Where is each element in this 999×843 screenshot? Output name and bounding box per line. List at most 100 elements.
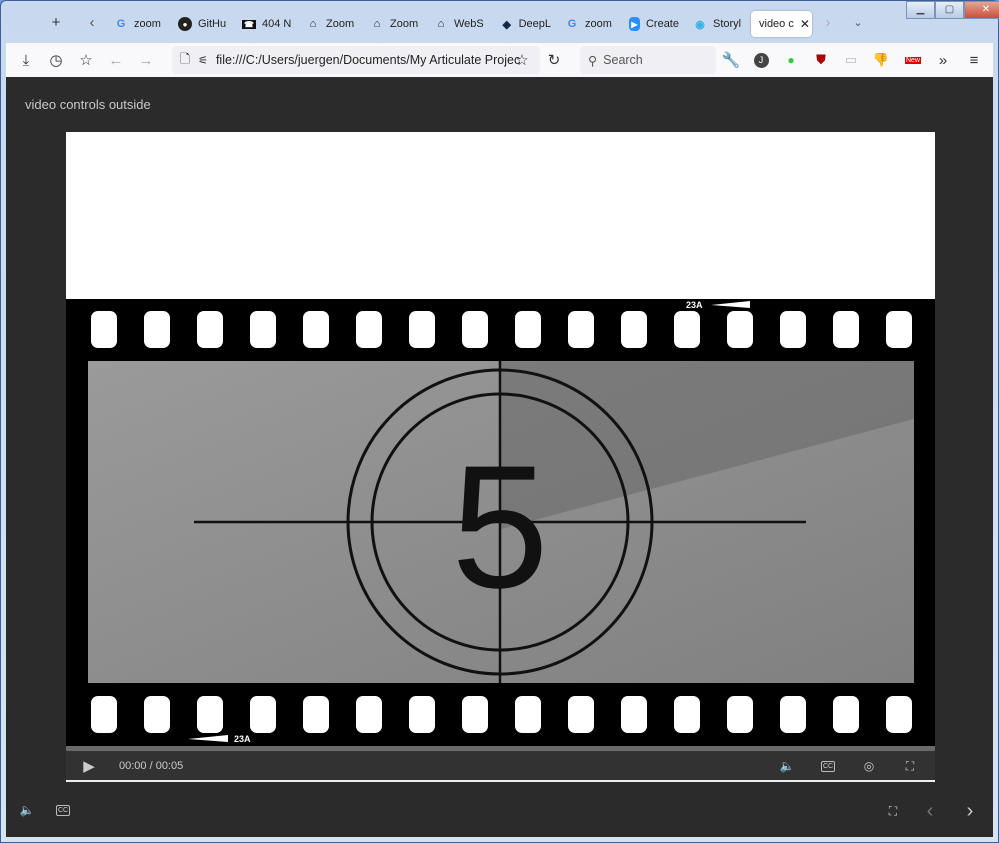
bookmark-star-icon[interactable]: ☆ [508,43,536,77]
sprocket-hole [303,696,329,733]
minimize-button[interactable]: ▁ [906,1,935,19]
tab-label: zoom [585,18,612,30]
history-icon[interactable]: ◷ [42,43,70,77]
sprocket-hole [409,311,435,348]
countdown-number: 5 [451,430,548,625]
sprocket-hole [727,696,753,733]
player-volume-icon[interactable]: 🔈 [18,801,36,819]
tab-storyline[interactable]: ◉ Storyl [693,11,743,37]
sprocket-hole [197,311,223,348]
permissions-icon: ⚟ [198,54,208,67]
scroll-tabs-left-icon[interactable]: ‹ [78,5,106,39]
sprocket-hole [833,696,859,733]
blank-area [66,132,935,299]
next-slide-button[interactable]: › [961,800,979,822]
sprocket-hole [780,311,806,348]
tab-label: GitHu [198,18,227,30]
sprocket-hole [356,696,382,733]
google-icon: G [567,18,577,30]
prev-slide-button[interactable]: ‹ [921,800,939,822]
forward-button[interactable]: → [132,43,160,77]
fullscreen-icon[interactable]: ⛶ [901,757,919,775]
window-controls: ▁ ▢ ✕ [906,1,999,21]
sprocket-hole [462,696,488,733]
page-icon: 🗋 [180,51,191,66]
reload-button[interactable]: ↻ [540,43,568,77]
phone-icon: ☎ [242,19,256,29]
tab-webs[interactable]: ⌂ WebS [434,11,484,37]
sprocket-hole [727,311,753,348]
film-label-bottom: 23A [234,734,251,744]
tab-label: Zoom [326,18,355,30]
tab-create[interactable]: ▶ Create [629,11,679,37]
storyline-icon: ◉ [695,18,705,31]
tab-label: video c [759,18,794,30]
github-icon: ● [178,17,192,31]
page-content: video controls outside 5 23A 23A ▶ 00:00… [6,77,993,837]
tab-label: zoom [134,18,161,30]
search-placeholder: Search [603,53,643,67]
ublock-icon[interactable]: ⛊ [807,43,835,77]
sprocket-hole [197,696,223,733]
list-tabs-chevron-down-icon[interactable]: ⌄ [844,5,872,39]
menu-icon[interactable]: ≡ [960,43,988,77]
tab-github[interactable]: ● GitHu [178,11,233,37]
sprocket-hole [356,311,382,348]
profile-avatar[interactable]: J [747,43,775,77]
sprocket-hole [250,696,276,733]
tab-label: 404 N [262,18,292,30]
extension-gray-icon[interactable]: ▭ [837,43,865,77]
bookmarks-icon[interactable]: ☆ [72,43,100,77]
scroll-tabs-right-icon[interactable]: › [814,5,842,39]
sprocket-hole [462,311,488,348]
nav-toolbar: ⤓ ◷ ☆ ← → 🗋 ⚟ file:///C:/Users/juergen/Doc… [6,43,993,77]
news-extension-icon[interactable]: New [899,43,927,77]
sprocket-hole [144,311,170,348]
maximize-button[interactable]: ▢ [935,1,964,19]
tab-bar: + ‹ Gzoom ● GitHu ☎ 404 N ⌂ Zoom ⌂ Zoom ⌂ Web… [6,1,993,43]
close-tab-icon[interactable]: ✕ [800,17,810,31]
extension-green-icon[interactable]: ● [777,43,805,77]
tab-zoom[interactable]: Gzoom [114,11,169,37]
close-window-button[interactable]: ✕ [964,1,999,19]
volume-icon[interactable]: 🔈 [778,757,796,775]
video-controls: ▶ 00:00 / 00:05 🔈 CC ◎ ⛶ [66,751,935,782]
sprocket-hole [250,311,276,348]
sprocket-hole [780,696,806,733]
play-button[interactable]: ▶ [80,757,98,775]
captions-button[interactable]: CC [819,757,837,775]
sprocket-hole [144,696,170,733]
sprocket-hole [303,311,329,348]
tab-404[interactable]: ☎ 404 N [242,11,292,37]
tab-label: Zoom [390,18,419,30]
sprocket-hole [833,311,859,348]
sprocket-hole [91,696,117,733]
sprocket-hole [515,311,541,348]
downloads-icon[interactable]: ⤓ [12,43,40,77]
wrench-icon[interactable]: 🔧 [717,43,745,77]
dislike-icon[interactable]: 👎 [867,43,895,77]
new-badge: New [904,56,921,64]
search-input[interactable]: ⚲ Search [580,46,716,74]
tab-video-controls[interactable]: video c ✕ [751,11,812,37]
back-button[interactable]: ← [102,43,130,77]
new-tab-button[interactable]: + [42,5,70,39]
sprocket-hole [886,311,912,348]
film-countdown-frame: 5 23A 23A [88,300,914,744]
home-icon: ⌂ [373,18,381,30]
url-bar[interactable]: 🗋 ⚟ file:///C:/Users/juergen/Documents/My … [172,46,540,74]
player-fullscreen-icon[interactable]: ⛶ [884,802,902,820]
tab-zoom-2[interactable]: ⌂ Zoom [306,11,356,37]
tab-deepl[interactable]: ◆ DeepL [501,11,551,37]
player-captions-button[interactable]: CC [54,801,72,819]
sprocket-hole [621,311,647,348]
more-tools-icon[interactable]: » [929,43,957,77]
home-icon: ⌂ [309,18,317,30]
video-player[interactable]: 5 23A 23A [66,299,935,746]
tab-zoom-4[interactable]: Gzoom [565,11,615,37]
tab-label: WebS [454,18,484,30]
playback-speed-icon[interactable]: ◎ [860,757,878,775]
deepl-icon: ◆ [502,18,512,31]
tab-zoom-3[interactable]: ⌂ Zoom [370,11,420,37]
tab-label: DeepL [518,18,551,30]
